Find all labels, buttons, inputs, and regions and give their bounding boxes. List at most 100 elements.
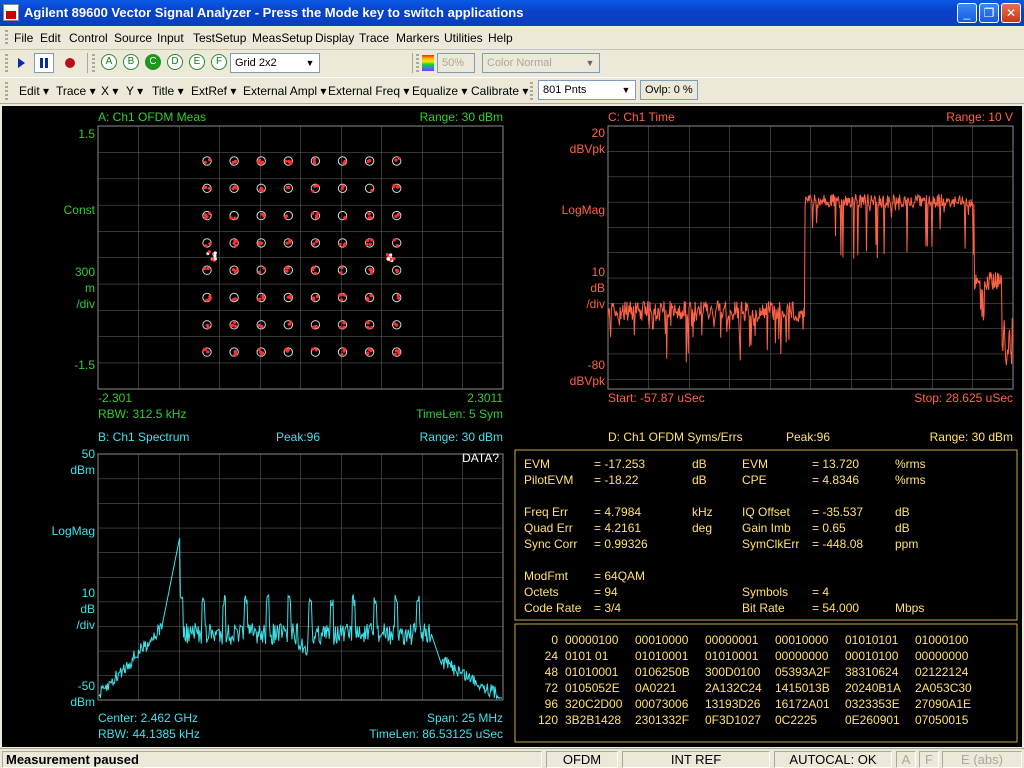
hex-cell: 01010001 [565,665,619,679]
menu-testsetup[interactable]: TestSetup [193,31,246,45]
layout-select[interactable]: Grid 2x2 ▼ [230,53,320,73]
panel-d-syms-errs[interactable]: D: Ch1 OFDM Syms/Errs Peak:96 Range: 30 … [514,430,1018,743]
panel-b-peak: Peak:96 [276,430,320,444]
minimize-button[interactable]: _ [957,3,977,23]
hex-cell: 02122124 [915,665,969,679]
menu-trace[interactable]: Trace [359,31,389,45]
trace-f-button[interactable]: F [211,54,227,70]
panel-a-y-scale-unit: m [85,281,95,295]
panel-d-peak: Peak:96 [786,430,830,444]
summary-v: = 4.2161 [594,521,641,535]
hex-cell: 00000000 [915,649,969,663]
hex-row: 0 00000100 00010000 00000001 00010000 0101010… [551,633,968,647]
pause-icon [40,58,48,68]
panel-d-title: D: Ch1 OFDM Syms/Errs [608,430,743,444]
menu-file[interactable]: File [14,31,33,45]
hex-cell: 00000001 [705,633,759,647]
panel-c-range: Range: 10 V [946,110,1013,124]
panel-c-y-top: 20 [592,126,606,140]
tb-calibrate-menu[interactable]: Calibrate ▾ [471,84,528,98]
toolbar-grip [530,82,533,100]
panel-b-timelen: TimeLen: 86.53125 uSec [369,727,503,741]
zoom-value: 50% [442,57,465,69]
hex-cell: 07050015 [915,713,969,727]
hex-index: 96 [545,697,559,711]
summary-row: Freq Err = 4.7984 kHz IQ Offset = -35.537 dB [524,505,910,519]
menu-markers[interactable]: Markers [396,31,439,45]
menu-edit[interactable]: Edit [40,31,61,45]
summary-u: dB [692,457,707,471]
panel-b-spectrum[interactable]: B: Ch1 Spectrum Peak:96 Range: 30 dBm DA… [52,430,504,741]
panel-a-constellation[interactable]: A: Ch1 OFDM Meas Range: 30 dBm 1.5 Const… [64,110,504,421]
close-button[interactable]: ✕ [1001,3,1021,23]
summary-u: kHz [692,505,713,519]
color-mode-select[interactable]: Color Normal ▼ [482,53,600,73]
status-ref: INT REF [622,751,770,768]
chevron-down-icon: ▼ [585,58,595,68]
panel-c-y-top-unit: dBVpk [570,142,606,156]
panel-b-y-scale-unit: dB [80,602,95,616]
menu-control[interactable]: Control [69,31,108,45]
trace-d-button[interactable]: D [167,54,183,70]
color-palette-icon[interactable] [422,55,434,71]
panel-a-timelen: TimeLen: 5 Sym [416,407,503,421]
summary-k2: EVM [742,457,768,471]
record-icon[interactable] [63,56,77,70]
menu-display[interactable]: Display [315,31,354,45]
tb-external-ampl-menu[interactable]: External Ampl ▾ [243,84,326,98]
panel-a-y-scale-div: /div [76,297,95,311]
menu-meassetup[interactable]: MeasSetup [252,31,313,45]
hex-index: 24 [545,649,559,663]
tb-equalize-menu[interactable]: Equalize ▾ [412,84,467,98]
menu-utilities[interactable]: Utilities [444,31,483,45]
zoom-field[interactable]: 50% [437,53,475,73]
panel-c-y-bottom-unit: dBVpk [570,374,606,388]
hex-cell: 01010101 [845,633,899,647]
panel-c-y-scale: 10 [592,265,606,279]
tb-edit-menu[interactable]: Edit ▾ [19,84,49,98]
separator [412,53,413,73]
panel-b-y-top-unit: dBm [70,463,95,477]
summary-row: ModFmt = 64QAM [524,569,645,583]
play-icon[interactable] [14,56,28,70]
tb-y-menu[interactable]: Y ▾ [126,84,143,98]
summary-k: Sync Corr [524,537,577,551]
restore-button[interactable]: ❐ [979,3,999,23]
hex-cell: 0106250B [635,665,690,679]
summary-k2: SymClkErr [742,537,799,551]
summary-u: dB [692,473,707,487]
panel-b-rbw: RBW: 44.1385 kHz [98,727,200,741]
panel-a-y-top: 1.5 [78,127,95,141]
panel-c-time[interactable]: C: Ch1 Time Range: 10 V 20 dBVpk LogMag … [562,110,1014,405]
trace-e-button[interactable]: E [189,54,205,70]
summary-u2: %rms [895,457,926,471]
menu-input[interactable]: Input [157,31,184,45]
trace-a-button[interactable]: A [101,54,117,70]
hex-cell: 05393A2F [775,665,830,679]
tb-x-menu[interactable]: X ▾ [101,84,118,98]
hex-cell: 0F3D1027 [705,713,761,727]
trace-b-button[interactable]: B [123,54,139,70]
hex-cell: 2A132C24 [705,681,762,695]
menu-source[interactable]: Source [114,31,152,45]
points-select[interactable]: 801 Pnts ▼ [538,80,636,100]
tb-extref-menu[interactable]: ExtRef ▾ [191,84,236,98]
trace-c-button[interactable]: C [145,54,161,70]
tb-trace-menu[interactable]: Trace ▾ [56,84,96,98]
app-icon [3,4,19,21]
tb-title-menu[interactable]: Title ▾ [152,84,184,98]
overlap-field[interactable]: Ovlp: 0 % [640,80,698,100]
menu-help[interactable]: Help [488,31,513,45]
panel-a-y-bottom: -1.5 [74,358,95,372]
panel-a-x-left: -2.301 [98,391,132,405]
pause-button[interactable] [34,53,54,73]
tb-external-freq-menu[interactable]: External Freq ▾ [328,84,409,98]
summary-u2: %rms [895,473,926,487]
panel-b-data-flag: DATA? [462,451,499,465]
panel-b-y-scale: 10 [82,586,96,600]
panel-c-title: C: Ch1 Time [608,110,675,124]
window-title: Agilent 89600 Vector Signal Analyzer - P… [24,5,524,20]
hex-cell: 00010000 [635,633,689,647]
panel-d-range: Range: 30 dBm [930,430,1013,444]
hex-cell: 0E260901 [845,713,900,727]
